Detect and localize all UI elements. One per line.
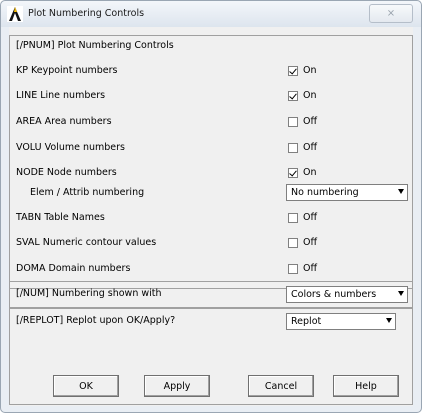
checkmark-icon: [288, 167, 298, 178]
num-label: [/NUM] Numbering shown with: [16, 288, 162, 299]
replot-value: Replot: [291, 316, 322, 327]
node-state: On: [303, 167, 317, 178]
close-button[interactable]: ⨯: [369, 4, 413, 23]
doma-state: Off: [303, 263, 318, 274]
doma-checkbox[interactable]: Off: [288, 263, 317, 274]
apply-button[interactable]: Apply: [144, 375, 210, 397]
node-label: NODE Node numbers: [16, 167, 117, 178]
replot-select[interactable]: Replot: [286, 313, 396, 330]
volu-state: Off: [303, 142, 318, 153]
line-state: On: [303, 90, 317, 101]
elem-numbering-value: No numbering: [291, 187, 359, 198]
elem-numbering-select[interactable]: No numbering: [286, 184, 408, 201]
area-label: AREA Area numbers: [16, 116, 112, 127]
checkbox-empty-icon: [288, 237, 298, 248]
chevron-down-icon: [398, 291, 404, 296]
elem-numbering-label: Elem / Attrib numbering: [30, 187, 145, 198]
checkbox-empty-icon: [288, 116, 298, 127]
tabn-label: TABN Table Names: [16, 212, 105, 223]
sval-checkbox[interactable]: Off: [288, 237, 317, 248]
checkmark-icon: [288, 65, 298, 76]
tabn-checkbox[interactable]: Off: [288, 212, 317, 223]
doma-label: DOMA Domain numbers: [16, 263, 131, 274]
num-select[interactable]: Colors & numbers: [286, 286, 408, 303]
cancel-button[interactable]: Cancel: [248, 375, 314, 397]
area-checkbox[interactable]: Off: [288, 116, 317, 127]
title-bar[interactable]: Plot Numbering Controls ⨯: [1, 1, 421, 27]
pnum-section: [/PNUM] Plot Numbering Controls KP Keypo…: [9, 35, 413, 289]
sval-state: Off: [303, 237, 318, 248]
window-title: Plot Numbering Controls: [28, 8, 145, 19]
line-checkbox[interactable]: On: [288, 90, 317, 101]
volu-label: VOLU Volume numbers: [16, 142, 125, 153]
chevron-down-icon: [386, 318, 392, 323]
dialog-window: Plot Numbering Controls ⨯ [/PNUM] Plot N…: [0, 0, 422, 413]
kp-label: KP Keypoint numbers: [16, 65, 118, 76]
chevron-down-icon: [398, 189, 404, 194]
node-checkbox[interactable]: On: [288, 167, 317, 178]
checkbox-empty-icon: [288, 263, 298, 274]
section-header: [/PNUM] Plot Numbering Controls: [16, 40, 174, 51]
ok-button[interactable]: OK: [53, 375, 119, 397]
checkmark-icon: [288, 90, 298, 101]
close-icon: ⨯: [386, 8, 396, 19]
num-section: [/NUM] Numbering shown with Colors & num…: [9, 281, 413, 308]
checkbox-empty-icon: [288, 212, 298, 223]
tabn-state: Off: [303, 212, 318, 223]
replot-label: [/REPLOT] Replot upon OK/Apply?: [16, 315, 176, 326]
ansys-logo-icon: [7, 6, 23, 22]
sval-label: SVAL Numeric contour values: [16, 237, 157, 248]
kp-checkbox[interactable]: On: [288, 65, 317, 76]
area-state: Off: [303, 116, 318, 127]
volu-checkbox[interactable]: Off: [288, 142, 317, 153]
line-label: LINE Line numbers: [16, 90, 106, 101]
dialog-body: [/PNUM] Plot Numbering Controls KP Keypo…: [9, 27, 413, 406]
kp-state: On: [303, 65, 317, 76]
checkbox-empty-icon: [288, 142, 298, 153]
replot-section: [/REPLOT] Replot upon OK/Apply? Replot O…: [9, 308, 413, 405]
num-value: Colors & numbers: [291, 289, 377, 300]
help-button[interactable]: Help: [333, 375, 399, 397]
